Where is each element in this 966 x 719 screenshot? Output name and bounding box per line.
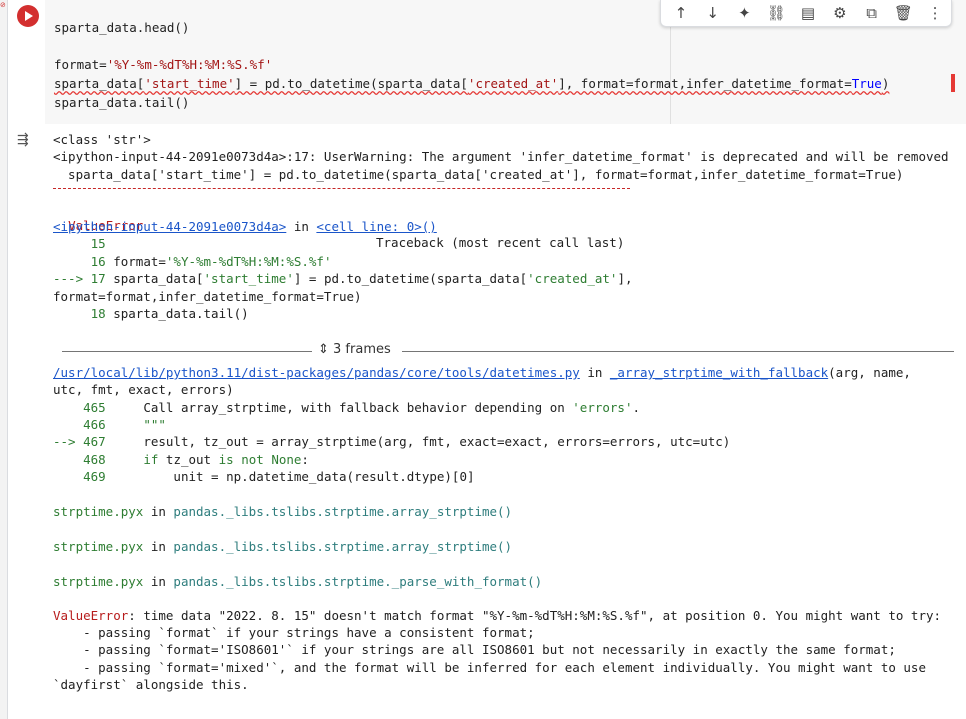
frame-line-466: 466 """ [53,417,166,432]
hint-line-2: - passing `format='ISO8601'` if your str… [53,642,896,657]
class-output: <class 'str'> [53,132,151,147]
tb-line-17: ---> 17 sparta_data['start_time'] = pd.t… [53,271,633,286]
code-line-1[interactable]: sparta_data.head() [54,19,189,37]
cell-toolbar: ↑ ↓ ✦ ⛓ ▤ ⚙ ⧉ 🗑 ⋮ [660,0,952,27]
frame-line-468: 468 if tz_out is not None: [53,452,309,467]
arrow-down-icon[interactable]: ↓ [697,0,729,26]
editor-error-marker [951,74,955,92]
frame-function-link[interactable]: _array_strptime_with_fallback [610,365,828,380]
hint-line-3: - passing `format='mixed'`, and the form… [53,660,926,675]
tb-line-15: 15 [53,236,106,251]
warning-code-line: sparta_data['start_time'] = pd.to_dateti… [53,167,904,182]
frame-line-465: 465 Call array_strptime, with fallback b… [53,400,641,415]
code-line-4[interactable]: sparta_data.tail() [54,94,189,112]
ipython-input-link[interactable]: <ipython-input-44-2091e0073d4a> [53,219,286,234]
frame-line-469: 469 unit = np.datetime_data(result.dtype… [53,469,475,484]
play-icon [25,11,33,21]
run-cell-button[interactable] [17,5,39,27]
code-line-3[interactable]: sparta_data['start_time'] = pd.to_dateti… [54,75,889,93]
traceback-location: <ipython-input-44-2091e0073d4a> in <cell… [53,219,437,234]
cell-line-link[interactable]: <cell line: 0>() [316,219,436,234]
trash-icon[interactable]: 🗑 [887,0,919,26]
collapsed-frames[interactable]: ⇕ 3 frames [62,341,954,361]
gear-icon[interactable]: ⚙ [824,0,856,26]
pyx-frame-3: strptime.pyx in pandas._libs.tslibs.strp… [53,574,543,589]
datetimes-path-link[interactable]: /usr/local/lib/python3.11/dist-packages/… [53,365,580,380]
hint-line-4: `dayfirst` alongside this. [53,677,249,692]
traceback-separator [53,188,630,189]
frames-toggle[interactable]: ⇕ 3 frames [318,342,391,357]
hint-line-1: - passing `format` if your strings have … [53,625,535,640]
expand-icon: ⇕ [318,342,334,357]
arrow-up-icon[interactable]: ↑ [665,0,697,26]
frame-line-467: --> 467 result, tz_out = array_strptime(… [53,434,731,449]
warning-line: <ipython-input-44-2091e0073d4a>:17: User… [53,149,949,164]
pyx-frame-1: strptime.pyx in pandas._libs.tslibs.strp… [53,504,513,519]
link-icon[interactable]: ⛓ [760,0,792,26]
more-vert-icon[interactable]: ⋮ [919,0,951,26]
output-actions-icon[interactable]: ⇶ [17,132,29,148]
frame-path-line: /usr/local/lib/python3.11/dist-packages/… [53,365,911,380]
final-error-line: ValueError: time data "2022. 8. 15" does… [53,608,942,623]
frame-path-line-2: utc, fmt, exact, errors) [53,382,234,397]
sparkle-icon[interactable]: ✦ [729,0,761,26]
frames-rule-left [62,351,312,352]
code-line-2[interactable]: format='%Y-%m-%dT%H:%M:%S.%f' [54,56,272,74]
tb-line-18: 18 sparta_data.tail() [53,306,249,321]
pyx-frame-2: strptime.pyx in pandas._libs.tslibs.strp… [53,539,513,554]
cell-rail [7,0,8,719]
tb-line-17-cont: format=format,infer_datetime_format=True… [53,289,362,304]
open-external-icon[interactable]: ⧉ [856,0,888,26]
tb-line-16: 16 format='%Y-%m-%dT%H:%M:%S.%f' [53,254,332,269]
frames-rule-right [402,351,954,352]
traceback-label: Traceback (most recent call last) [376,235,625,250]
execution-marker: ⊘ [0,1,6,9]
comment-icon[interactable]: ▤ [792,0,824,26]
